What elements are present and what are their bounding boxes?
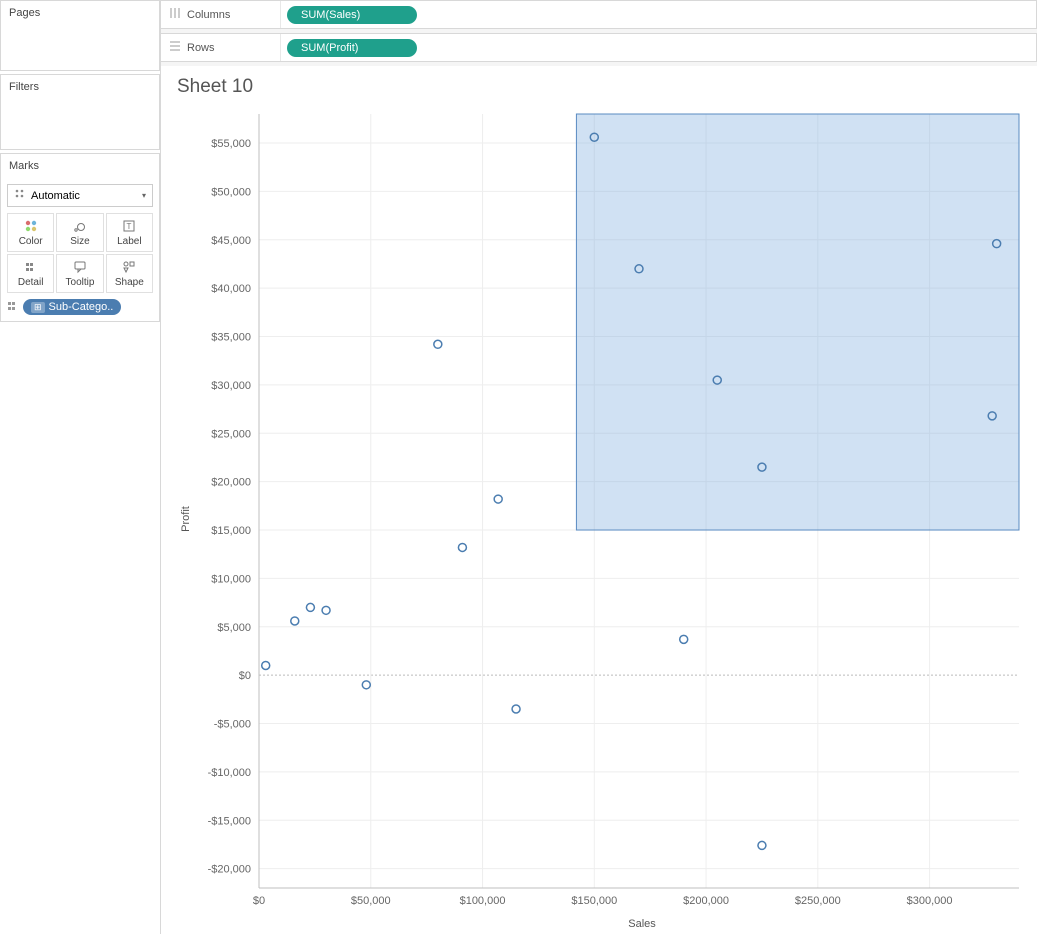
automatic-icon [14, 188, 26, 203]
filters-header: Filters [1, 75, 159, 99]
svg-text:$25,000: $25,000 [211, 428, 251, 440]
svg-text:$0: $0 [239, 670, 251, 682]
data-point[interactable] [680, 635, 688, 643]
size-icon [73, 218, 87, 234]
rows-label: Rows [187, 42, 215, 54]
detail-pill-row: ⊞ Sub-Catego.. [7, 299, 153, 315]
sheet-area: Sheet 10 Profit -$20,000 -$15,000 -$10,000… [161, 66, 1037, 934]
data-point[interactable] [306, 603, 314, 611]
scatter-chart[interactable]: -$20,000 -$15,000 -$10,000 -$5,000 $0 $5,000 $… [169, 104, 1029, 934]
color-label: Color [19, 236, 43, 247]
marks-dropdown-label: Automatic [31, 190, 80, 202]
color-icon [24, 218, 38, 234]
svg-text:$15,000: $15,000 [211, 525, 251, 537]
data-point[interactable] [262, 661, 270, 669]
detail-label: Detail [18, 277, 44, 288]
svg-text:$10,000: $10,000 [211, 573, 251, 585]
marks-panel: Marks Automatic ▾ Color [0, 153, 160, 322]
columns-icon [169, 7, 181, 22]
svg-text:-$15,000: -$15,000 [208, 815, 251, 827]
selection-box[interactable] [576, 114, 1019, 530]
svg-text:$55,000: $55,000 [211, 138, 251, 150]
data-point[interactable] [758, 841, 766, 849]
subcategory-pill[interactable]: ⊞ Sub-Catego.. [23, 299, 121, 315]
columns-shelf[interactable]: Columns SUM(Sales) [161, 0, 1037, 29]
svg-text:-$20,000: -$20,000 [208, 864, 251, 876]
shape-icon [122, 259, 136, 275]
shape-label: Shape [115, 277, 144, 288]
data-point[interactable] [494, 495, 502, 503]
marks-detail-button[interactable]: Detail [7, 254, 54, 293]
filters-body[interactable] [1, 99, 159, 149]
size-label: Size [70, 236, 89, 247]
pages-header: Pages [1, 1, 159, 25]
columns-pill[interactable]: SUM(Sales) [287, 6, 417, 24]
sheet-title[interactable]: Sheet 10 [177, 76, 1029, 98]
pill-expand-icon: ⊞ [31, 302, 45, 313]
caret-down-icon: ▾ [142, 191, 146, 200]
data-point[interactable] [322, 606, 330, 614]
rows-icon [169, 40, 181, 55]
filters-panel: Filters [0, 74, 160, 150]
svg-text:$45,000: $45,000 [211, 235, 251, 247]
y-axis-label[interactable]: Profit [180, 506, 192, 532]
svg-text:-$10,000: -$10,000 [208, 767, 251, 779]
label-icon: T [122, 218, 136, 234]
svg-text:$35,000: $35,000 [211, 332, 251, 344]
svg-text:$100,000: $100,000 [460, 895, 506, 907]
label-label: Label [117, 236, 141, 247]
svg-text:$200,000: $200,000 [683, 895, 729, 907]
marks-shape-button[interactable]: Shape [106, 254, 153, 293]
marks-size-button[interactable]: Size [56, 213, 103, 252]
detail-icon [24, 259, 38, 275]
data-point[interactable] [362, 681, 370, 689]
subcategory-pill-label: Sub-Catego.. [49, 301, 114, 313]
data-point[interactable] [512, 705, 520, 713]
data-point[interactable] [434, 340, 442, 348]
marks-header: Marks [1, 154, 159, 178]
data-point[interactable] [458, 543, 466, 551]
svg-text:T: T [127, 222, 132, 231]
svg-text:$50,000: $50,000 [351, 895, 391, 907]
data-point[interactable] [291, 617, 299, 625]
marks-label-button[interactable]: T Label [106, 213, 153, 252]
svg-text:$0: $0 [253, 895, 265, 907]
svg-text:$150,000: $150,000 [571, 895, 617, 907]
tooltip-icon [73, 259, 87, 275]
marks-type-dropdown[interactable]: Automatic ▾ [7, 184, 153, 207]
svg-text:$300,000: $300,000 [907, 895, 953, 907]
tooltip-label: Tooltip [66, 277, 95, 288]
svg-text:$20,000: $20,000 [211, 477, 251, 489]
svg-text:$30,000: $30,000 [211, 380, 251, 392]
svg-text:-$5,000: -$5,000 [214, 719, 251, 731]
svg-text:$5,000: $5,000 [217, 622, 251, 634]
svg-text:$40,000: $40,000 [211, 283, 251, 295]
marks-color-button[interactable]: Color [7, 213, 54, 252]
marks-tooltip-button[interactable]: Tooltip [56, 254, 103, 293]
svg-text:$250,000: $250,000 [795, 895, 841, 907]
columns-label: Columns [187, 9, 230, 21]
rows-shelf[interactable]: Rows SUM(Profit) [161, 33, 1037, 62]
pages-panel: Pages [0, 0, 160, 71]
svg-text:$50,000: $50,000 [211, 186, 251, 198]
x-axis-label[interactable]: Sales [628, 918, 656, 930]
detail-row-icon [7, 300, 19, 315]
pages-body[interactable] [1, 25, 159, 70]
rows-pill[interactable]: SUM(Profit) [287, 39, 417, 57]
